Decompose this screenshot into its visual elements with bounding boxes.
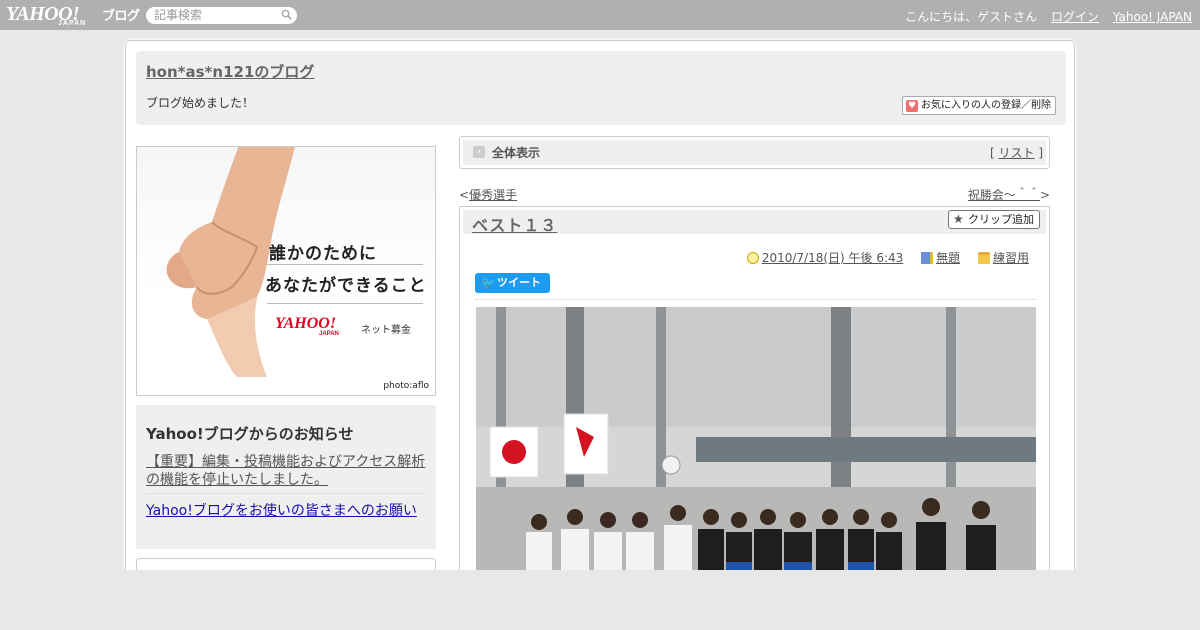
arrow-right-icon: › [473, 146, 485, 158]
clip-button-label: クリップ追加 [968, 213, 1034, 226]
login-link[interactable]: ログイン [1051, 10, 1099, 24]
banner-divider [267, 264, 423, 265]
top-nav: こんにちは、ゲストさん ログイン Yahoo! JAPAN [895, 8, 1192, 25]
footer-band [0, 570, 1200, 630]
book-icon [921, 252, 934, 264]
notice-link-important[interactable]: 【重要】編集・投稿機能およびアクセス解析の機能を停止いたしました。 [146, 453, 428, 489]
favorite-register-button[interactable]: ♥ お気に入りの人の登録／削除 [902, 96, 1056, 115]
clock-icon [746, 252, 759, 264]
blog-title[interactable]: hon*as*n121のブログ [146, 61, 314, 82]
yahoo-japan-link[interactable]: Yahoo! JAPAN [1113, 10, 1192, 24]
blog-post: ベスト１３ ★ クリップ追加 2010/7/18(日) 午後 6:43 無題 練… [459, 206, 1050, 586]
post-photo[interactable] [476, 307, 1036, 572]
all-view-inner [463, 140, 1046, 165]
prev-post: <優秀選手 [459, 188, 518, 202]
blog-header: hon*as*n121のブログ ブログ始めました！ ♥ お気に入りの人の登録／削… [136, 51, 1066, 125]
logo-sub: JAPAN [58, 20, 87, 27]
notice-link-request[interactable]: Yahoo!ブログをお使いの皆さまへのお願い [146, 500, 417, 520]
all-view-bar: › 全体表示 [ リスト ] [459, 136, 1050, 169]
search-input[interactable]: 記事検索 [146, 7, 297, 24]
all-view-label[interactable]: 全体表示 [492, 144, 540, 161]
post-theme-link[interactable]: 無題 [936, 251, 960, 265]
yahoo-logo-sub: JAPAN [319, 331, 339, 337]
folder-icon [977, 252, 990, 264]
blog-description: ブログ始めました！ [146, 96, 255, 110]
clip-add-button[interactable]: ★ クリップ追加 [948, 210, 1040, 229]
logo-blog: ブログ [102, 9, 140, 24]
post-divider [475, 299, 1035, 300]
banner-line-2: あなたができること [265, 276, 427, 296]
twitter-bird-icon: 🐦 [481, 276, 496, 290]
post-meta: 2010/7/18(日) 午後 6:43 無題 練習用 [733, 249, 1029, 266]
favorite-button-label: お気に入りの人の登録／削除 [921, 100, 1051, 111]
yahoo-blog-logo[interactable]: YAHOO! JAPAN ブログ [6, 3, 140, 27]
post-title[interactable]: ベスト１３ [472, 212, 557, 236]
post-category-link[interactable]: 練習用 [993, 251, 1029, 265]
tweet-label: ツイート [497, 276, 541, 289]
net-donation-label: ネット募金 [361, 325, 411, 336]
next-post: 祝勝会～＾＾> [967, 188, 1050, 202]
star-icon: ★ [953, 212, 964, 226]
yahoo-logo-text: YAHOO! [275, 315, 337, 332]
post-header: ベスト１３ ★ クリップ追加 [463, 210, 1046, 236]
banner-line-1: 誰かのために [269, 244, 377, 264]
prev-post-link[interactable]: 優秀選手 [469, 188, 517, 202]
search-icon[interactable] [281, 9, 292, 20]
greeting-text: こんにちは、ゲストさん [905, 10, 1038, 24]
tweet-button[interactable]: 🐦 ツイート [475, 273, 550, 293]
yahoo-logo: YAHOO! JAPAN [275, 315, 339, 337]
top-bar: YAHOO! JAPAN ブログ 記事検索 こんにちは、ゲストさん ログイン Y… [0, 0, 1200, 30]
charity-banner[interactable]: 誰かのために あなたができること YAHOO! JAPAN ネット募金 phot… [136, 146, 436, 396]
notice-box: Yahoo!ブログからのお知らせ 【重要】編集・投稿機能およびアクセス解析の機能… [136, 405, 436, 549]
page-container: hon*as*n121のブログ ブログ始めました！ ♥ お気に入りの人の登録／削… [125, 40, 1075, 598]
post-date-link[interactable]: 2010/7/18(日) 午後 6:43 [762, 251, 903, 265]
heart-icon: ♥ [906, 100, 918, 112]
list-link[interactable]: リスト [998, 146, 1034, 160]
notice-divider [146, 493, 426, 494]
photo-credit: photo:aflo [383, 381, 429, 391]
next-post-link[interactable]: 祝勝会～＾＾ [968, 188, 1040, 202]
notice-title: Yahoo!ブログからのお知らせ [146, 425, 354, 443]
list-link-wrap: [ リスト ] [989, 146, 1043, 160]
banner-divider [267, 303, 423, 304]
